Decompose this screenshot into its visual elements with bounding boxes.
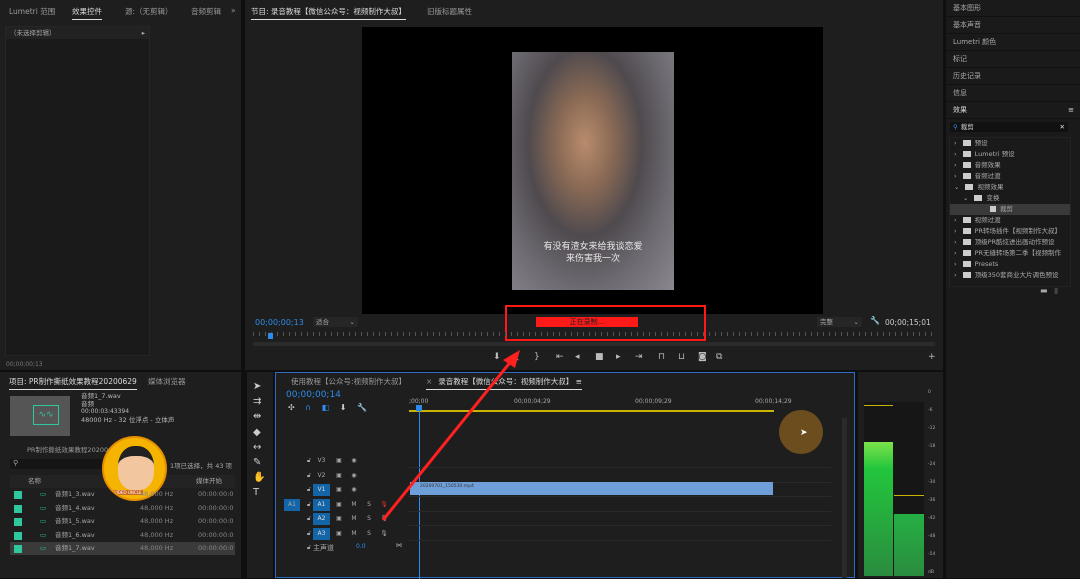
label-color-swatch[interactable]	[14, 504, 22, 513]
audio-clip-icon: ▭	[40, 503, 47, 512]
project-list-item[interactable]: ▭ 音频1_7.wav 48,000 Hz 00:00:00:0	[10, 542, 235, 555]
label-color-swatch[interactable]	[14, 531, 22, 540]
project-list-item[interactable]: ▭ 音频1_3.wav 48,000 Hz 00:00:00:0	[10, 488, 235, 501]
audio-clip-icon: ▭	[40, 544, 47, 552]
audio-clip-icon: ▭	[40, 517, 47, 525]
label-color-swatch[interactable]	[14, 518, 22, 526]
label-color-swatch[interactable]	[14, 545, 22, 553]
audio-clip-icon: ▭	[40, 530, 47, 539]
project-list-item[interactable]: ▭ 音频1_5.wav 48,000 Hz 00:00:00:0	[10, 515, 235, 528]
audio-clip-icon: ▭	[40, 490, 47, 498]
project-list-item[interactable]: ▭ 音频1_4.wav 48,000 Hz 00:00:00:0	[10, 502, 235, 515]
project-list-item[interactable]: ▭ 音频1_6.wav 48,000 Hz 00:00:00:0	[10, 529, 235, 542]
label-color-swatch[interactable]	[14, 491, 22, 499]
